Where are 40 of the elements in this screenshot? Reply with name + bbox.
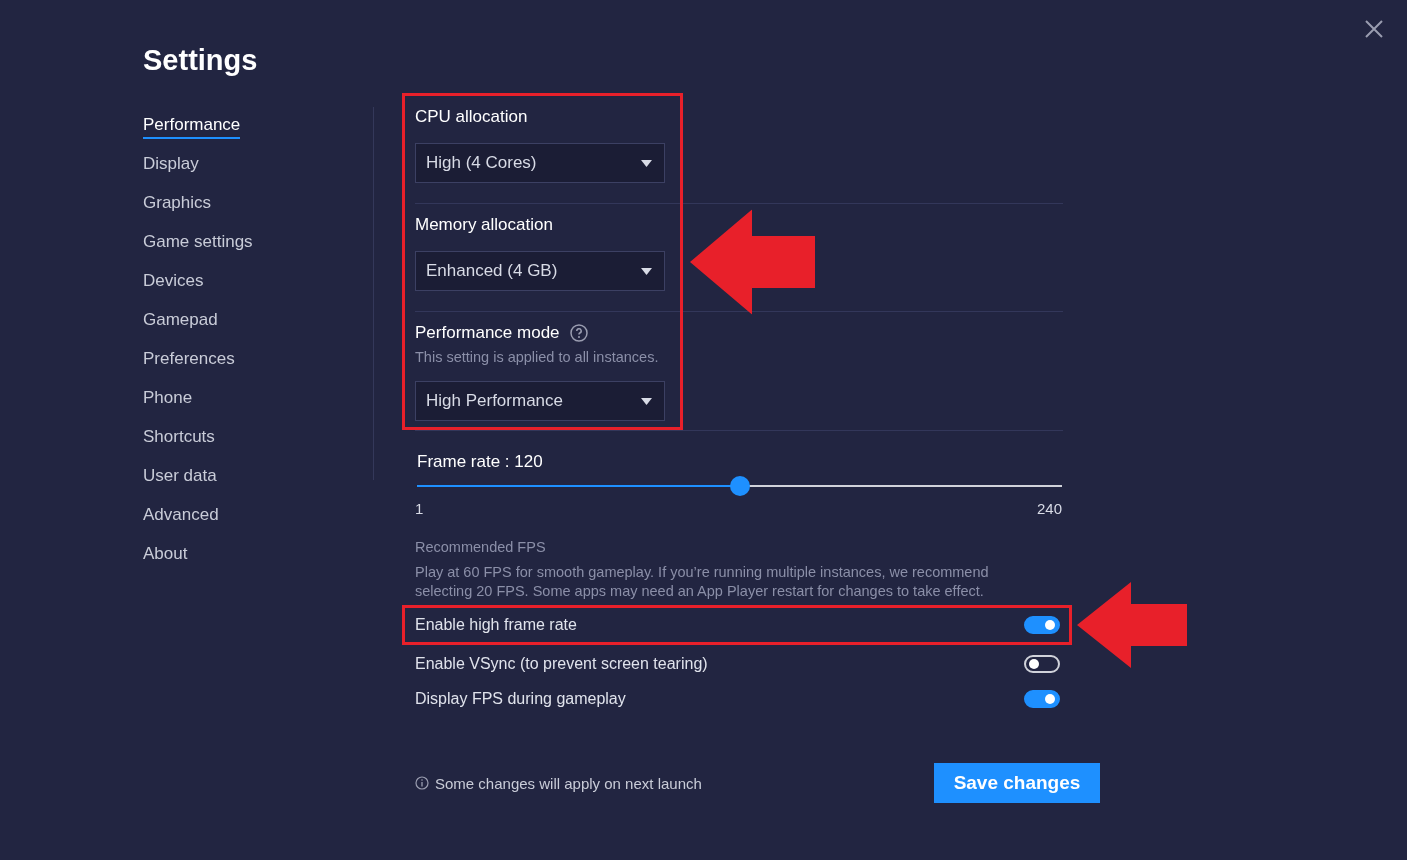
- caret-icon: [641, 397, 652, 405]
- sidebar-item[interactable]: Shortcuts: [143, 427, 215, 451]
- sidebar-item[interactable]: Graphics: [143, 193, 212, 217]
- sidebar-item[interactable]: Gamepad: [143, 310, 218, 334]
- sidebar-item[interactable]: Performance: [143, 115, 241, 139]
- slider-thumb[interactable]: [729, 476, 750, 496]
- frame-rate-slider[interactable]: [417, 476, 1062, 496]
- slider-max: 240: [1036, 500, 1062, 517]
- dropdown[interactable]: High Performance: [415, 381, 665, 421]
- slider-label: Frame rate : 120: [417, 452, 543, 472]
- window-title: Settings: [143, 44, 258, 77]
- setting-label: Performance mode: [415, 323, 560, 343]
- section-heading: Recommended FPS: [415, 539, 547, 555]
- caret-icon: [641, 267, 652, 275]
- sidebar-item[interactable]: Display: [143, 154, 199, 178]
- info-icon: [415, 776, 429, 790]
- help-icon[interactable]: [569, 324, 588, 342]
- sidebar-item[interactable]: Phone: [143, 388, 193, 412]
- setting-label: CPU allocation: [415, 107, 528, 127]
- sidebar-item[interactable]: Game settings: [143, 232, 253, 256]
- toggle-label: Enable VSync (to prevent screen tearing): [415, 654, 708, 673]
- sidebar-item[interactable]: Preferences: [143, 349, 235, 373]
- close-icon[interactable]: [1365, 20, 1383, 38]
- caret-icon: [641, 159, 652, 167]
- toggle-switch[interactable]: [1024, 689, 1060, 708]
- dropdown[interactable]: Enhanced (4 GB): [415, 251, 665, 291]
- toggle-label: Display FPS during gameplay: [415, 689, 626, 708]
- toggle-switch[interactable]: [1024, 616, 1060, 634]
- description-text: Play at 60 FPS for smooth gameplay. If you’re running multiple instances, we recommend selecting 20 FPS. Some apps may need an App Player restart for changes to take effect.: [415, 563, 990, 601]
- sidebar-item[interactable]: Advanced: [143, 505, 219, 529]
- toggle-switch[interactable]: [1024, 654, 1060, 673]
- sidebar-item[interactable]: User data: [143, 466, 217, 490]
- toggle-label: Enable high frame rate: [415, 616, 577, 634]
- footer-note: Some changes will apply on next launch: [435, 774, 702, 792]
- setting-note: This setting is applied to all instances.: [415, 349, 660, 365]
- slider-min: 1: [415, 500, 424, 517]
- setting-label: Memory allocation: [415, 215, 553, 235]
- sidebar-item[interactable]: Devices: [143, 271, 204, 295]
- dropdown[interactable]: High (4 Cores): [415, 143, 665, 183]
- sidebar-item[interactable]: About: [143, 544, 188, 568]
